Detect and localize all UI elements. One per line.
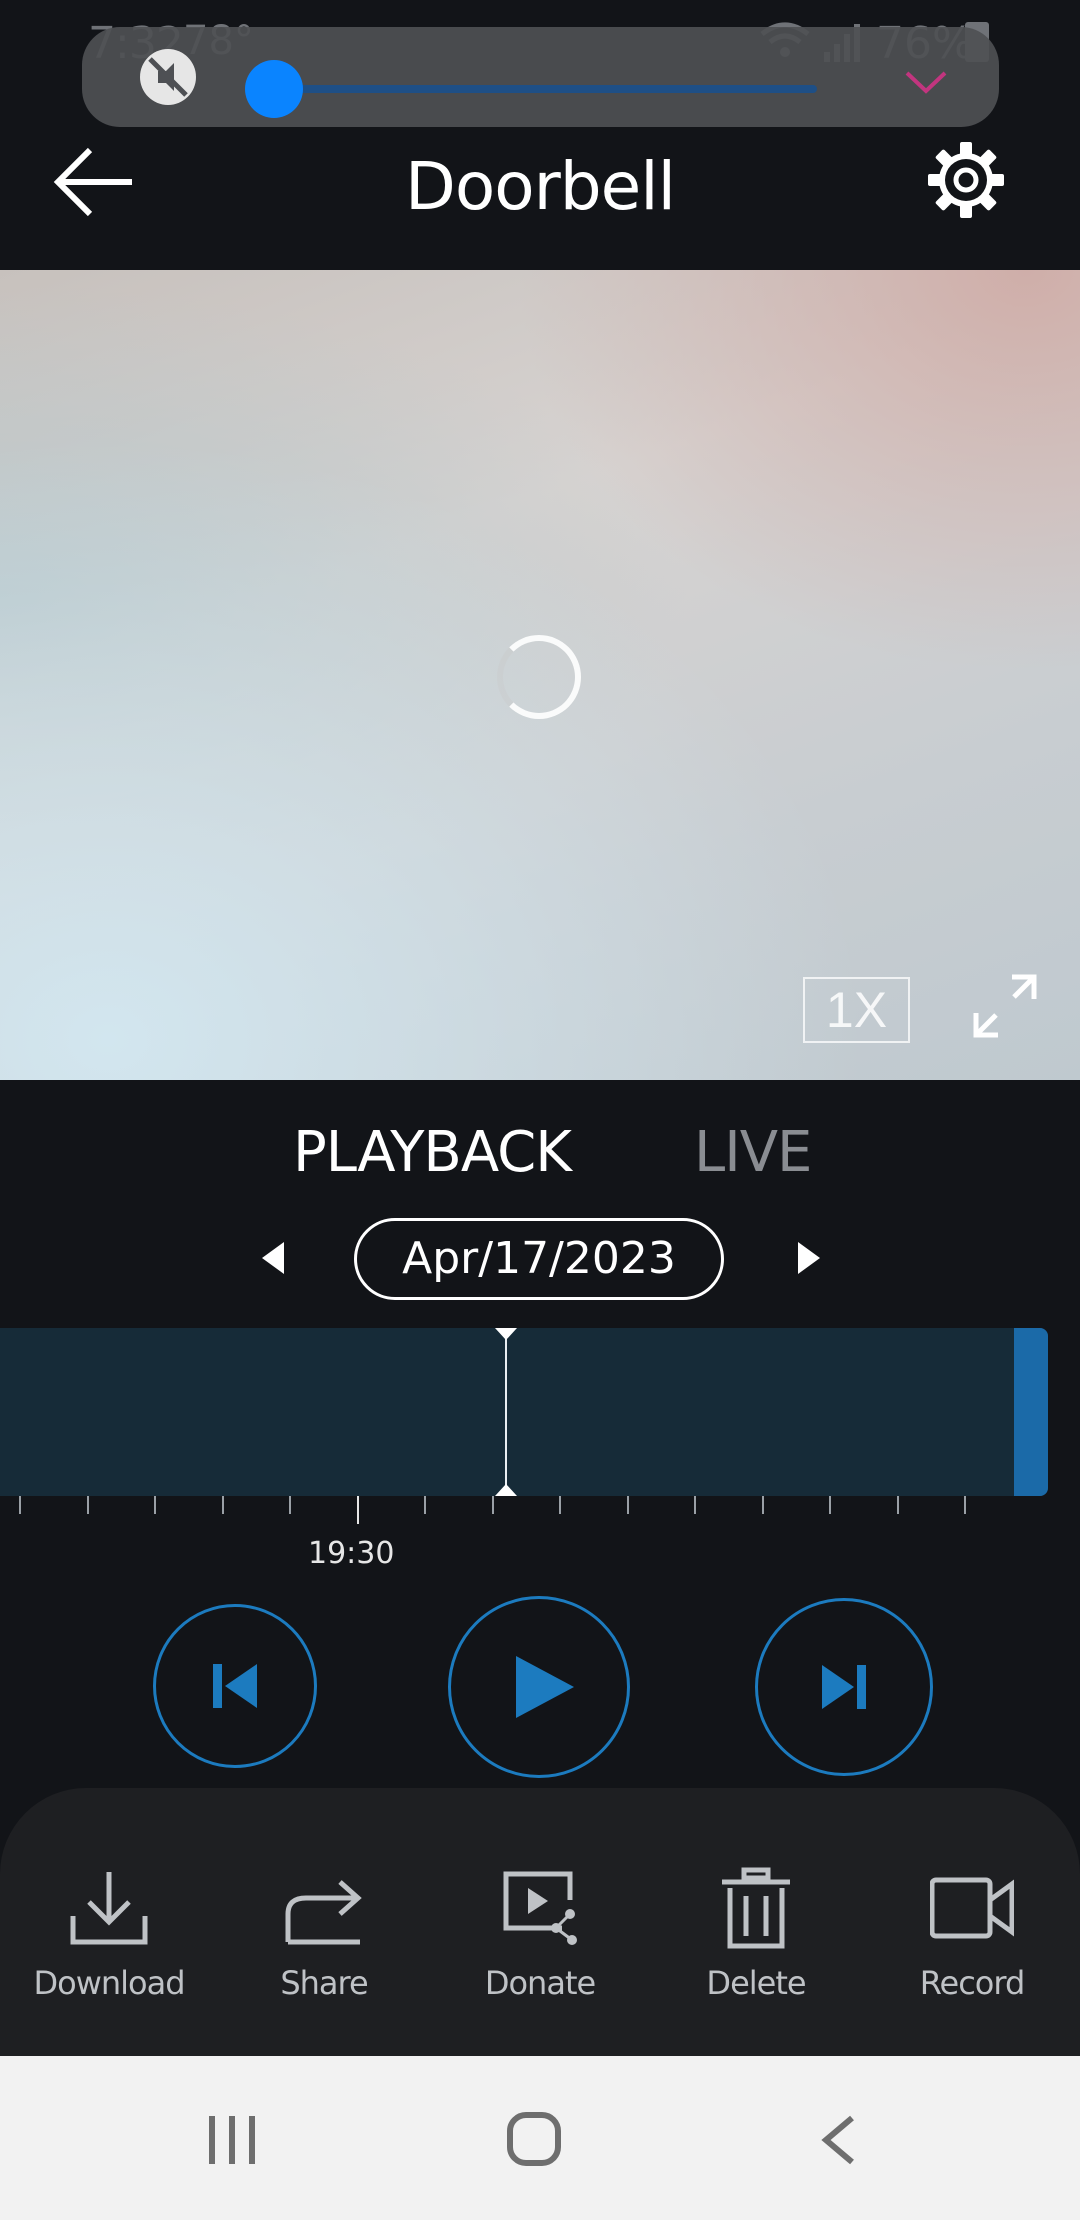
download-button[interactable]: Download — [24, 1866, 194, 2036]
home-icon[interactable] — [506, 2111, 562, 2167]
playhead-top-marker — [495, 1328, 517, 1340]
timeline-tick — [424, 1496, 426, 1514]
timeline-tick — [492, 1496, 494, 1514]
system-nav-bar — [0, 2056, 1080, 2220]
trash-icon — [722, 1867, 790, 1949]
playback-controls — [0, 1590, 1080, 1780]
timeline-tick — [222, 1496, 224, 1514]
volume-slider-track[interactable] — [272, 85, 817, 93]
play-button[interactable] — [448, 1596, 630, 1778]
skip-previous-button[interactable] — [153, 1604, 317, 1768]
date-display[interactable]: Apr/17/2023 — [354, 1218, 724, 1300]
app-header: Doorbell — [0, 130, 1080, 270]
previous-date-icon[interactable] — [258, 1240, 286, 1276]
delete-label: Delete — [706, 1964, 806, 2002]
loading-spinner — [497, 635, 581, 719]
donate-label: Donate — [484, 1964, 596, 2002]
back-icon[interactable] — [818, 2114, 858, 2166]
timeline-recorded-segment[interactable] — [1014, 1328, 1048, 1496]
chevron-down-icon[interactable] — [904, 69, 948, 95]
download-icon — [70, 1872, 148, 1945]
mode-tabs: PLAYBACK LIVE — [0, 1110, 1080, 1200]
gear-icon[interactable] — [924, 138, 1008, 222]
skip-next-icon — [822, 1665, 866, 1709]
timeline-tick — [289, 1496, 291, 1514]
fullscreen-icon[interactable] — [972, 973, 1038, 1039]
timeline-tick — [897, 1496, 899, 1514]
timeline-track[interactable] — [0, 1328, 1048, 1496]
next-date-icon[interactable] — [796, 1240, 824, 1276]
timeline-playhead[interactable] — [505, 1328, 507, 1496]
playhead-bottom-marker — [495, 1484, 517, 1496]
timeline-tick — [87, 1496, 89, 1514]
skip-next-button[interactable] — [755, 1598, 933, 1776]
tab-live[interactable]: LIVE — [694, 1120, 812, 1185]
timeline-tick — [964, 1496, 966, 1514]
timeline-tick — [829, 1496, 831, 1514]
playback-speed-button[interactable]: 1X — [803, 977, 910, 1043]
share-button[interactable]: Share — [239, 1866, 409, 2036]
play-icon — [516, 1656, 574, 1718]
donate-button[interactable]: Donate — [455, 1866, 625, 2036]
volume-slider-thumb[interactable] — [245, 60, 303, 118]
tab-playback[interactable]: PLAYBACK — [293, 1120, 572, 1185]
timeline-tick — [694, 1496, 696, 1514]
timeline-tick — [154, 1496, 156, 1514]
share-icon — [285, 1880, 362, 1945]
page-title: Doorbell — [405, 148, 676, 225]
timeline-ticks — [0, 1496, 1080, 1526]
timeline-tick-major — [357, 1496, 359, 1524]
video-player[interactable]: 1X — [0, 270, 1080, 1080]
delete-button[interactable]: Delete — [671, 1866, 841, 2036]
share-label: Share — [280, 1964, 368, 2002]
timeline-tick — [19, 1496, 21, 1514]
record-button[interactable]: Record — [887, 1866, 1057, 2036]
date-picker: Apr/17/2023 — [0, 1216, 1080, 1302]
donate-icon — [503, 1871, 577, 1945]
timeline-time-label: 19:30 — [308, 1536, 395, 1571]
record-label: Record — [919, 1964, 1026, 2002]
volume-panel — [82, 27, 999, 127]
timeline-tick — [627, 1496, 629, 1514]
mute-icon[interactable] — [138, 47, 198, 107]
video-camera-icon — [930, 1877, 1014, 1939]
skip-previous-icon — [213, 1664, 257, 1708]
timeline-tick — [559, 1496, 561, 1514]
recents-icon[interactable] — [205, 2114, 259, 2166]
timeline-tick — [762, 1496, 764, 1514]
action-bar: Download Share Donate Delete Record — [0, 1788, 1080, 2056]
download-label: Download — [33, 1964, 185, 2002]
